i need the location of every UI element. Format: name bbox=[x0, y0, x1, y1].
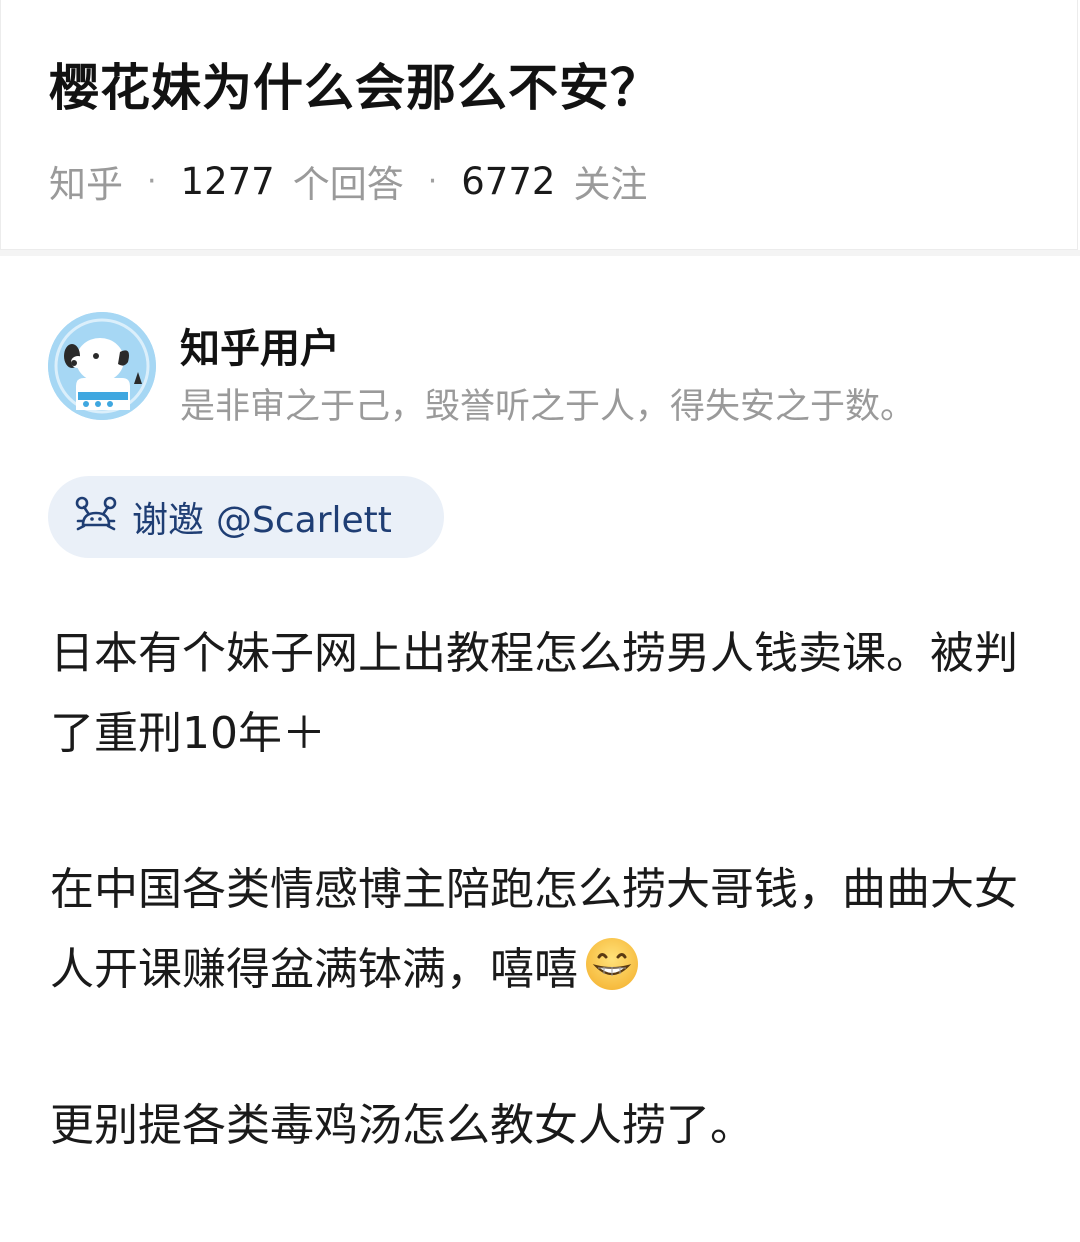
question-source: 知乎 bbox=[49, 163, 123, 206]
answer-paragraph-3-text: 更别提各类毒鸡汤怎么教女人捞了。 bbox=[50, 1100, 754, 1151]
answer-paragraph: 日本有个妹子网上出教程怎么捞男人钱卖课。被判了重刑10年＋ bbox=[50, 614, 1040, 774]
answer-paragraph-1-text: 日本有个妹子网上出教程怎么捞男人钱卖课。被判了重刑10年＋ bbox=[50, 628, 1018, 759]
question-meta: 知乎 · 1277 个回答 · 6772 关注 bbox=[49, 154, 647, 208]
answer-body: 日本有个妹子网上出教程怎么捞男人钱卖课。被判了重刑10年＋ 在中国各类情感博主陪… bbox=[50, 614, 1040, 1242]
invite-text: 谢邀 @Scarlett bbox=[132, 491, 392, 543]
meta-separator: · bbox=[427, 163, 438, 199]
followers-label[interactable]: 关注 bbox=[573, 154, 647, 208]
grinning-face-icon bbox=[584, 936, 640, 992]
author-bio: 是非审之于己，毁誉听之于人，得失安之于数。 bbox=[180, 387, 916, 427]
question-card[interactable]: 樱花妹为什么会那么不安？ 知乎 · 1277 个回答 · 6772 关注 bbox=[0, 0, 1078, 250]
answer-paragraph: 更别提各类毒鸡汤怎么教女人捞了。 bbox=[50, 1086, 1040, 1166]
question-title[interactable]: 樱花妹为什么会那么不安？ bbox=[49, 48, 661, 120]
meta-separator: · bbox=[147, 163, 157, 199]
invite-tag[interactable]: 谢邀 @Scarlett bbox=[48, 476, 444, 558]
author-name[interactable]: 知乎用户 bbox=[180, 316, 340, 374]
answer-paragraph-2-text: 在中国各类情感博主陪跑怎么捞大哥钱，曲曲大女人开课赚得盆满钵满，嘻嘻 bbox=[50, 864, 1018, 995]
invite-label: 谢邀 bbox=[132, 500, 205, 541]
invite-handle[interactable]: @Scarlett bbox=[216, 500, 392, 541]
answer-paragraph: 在中国各类情感博主陪跑怎么捞大哥钱，曲曲大女人开课赚得盆满钵满，嘻嘻 bbox=[50, 850, 1040, 1010]
answers-label[interactable]: 个回答 bbox=[293, 154, 404, 208]
crab-icon bbox=[74, 495, 132, 539]
dog-avatar-icon[interactable] bbox=[48, 312, 156, 420]
followers-count: 6772 bbox=[461, 159, 556, 203]
section-divider bbox=[0, 250, 1080, 256]
answers-count: 1277 bbox=[180, 159, 275, 203]
